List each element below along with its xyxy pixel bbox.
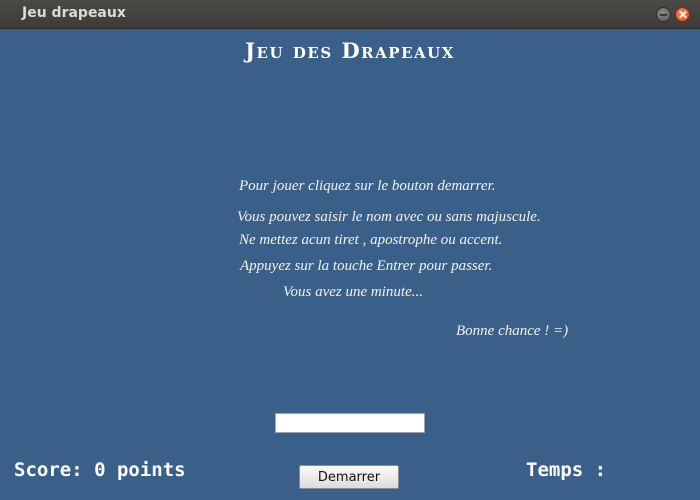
- start-button[interactable]: Demarrer: [299, 465, 399, 489]
- minimize-icon[interactable]: [656, 7, 671, 22]
- close-icon[interactable]: [675, 7, 690, 22]
- window-title: Jeu drapeaux: [22, 5, 126, 21]
- instruction-line-2: Vous pouvez saisir le nom avec ou sans m…: [237, 209, 541, 225]
- instruction-line-5: Vous avez une minute...: [283, 284, 423, 300]
- timer-label: Temps :: [526, 459, 607, 481]
- answer-input[interactable]: [275, 413, 425, 433]
- instruction-line-1: Pour jouer cliquez sur le bouton demarre…: [239, 178, 496, 194]
- instruction-line-4: Appuyez sur la touche Entrer pour passer…: [240, 258, 493, 274]
- score-label: Score: 0 points: [14, 459, 186, 481]
- instruction-line-3: Ne mettez acun tiret , apostrophe ou acc…: [239, 232, 503, 248]
- window-titlebar[interactable]: Jeu drapeaux: [0, 0, 700, 29]
- good-luck-text: Bonne chance ! =): [456, 323, 569, 339]
- game-title: Jeu des Drapeaux: [245, 38, 455, 63]
